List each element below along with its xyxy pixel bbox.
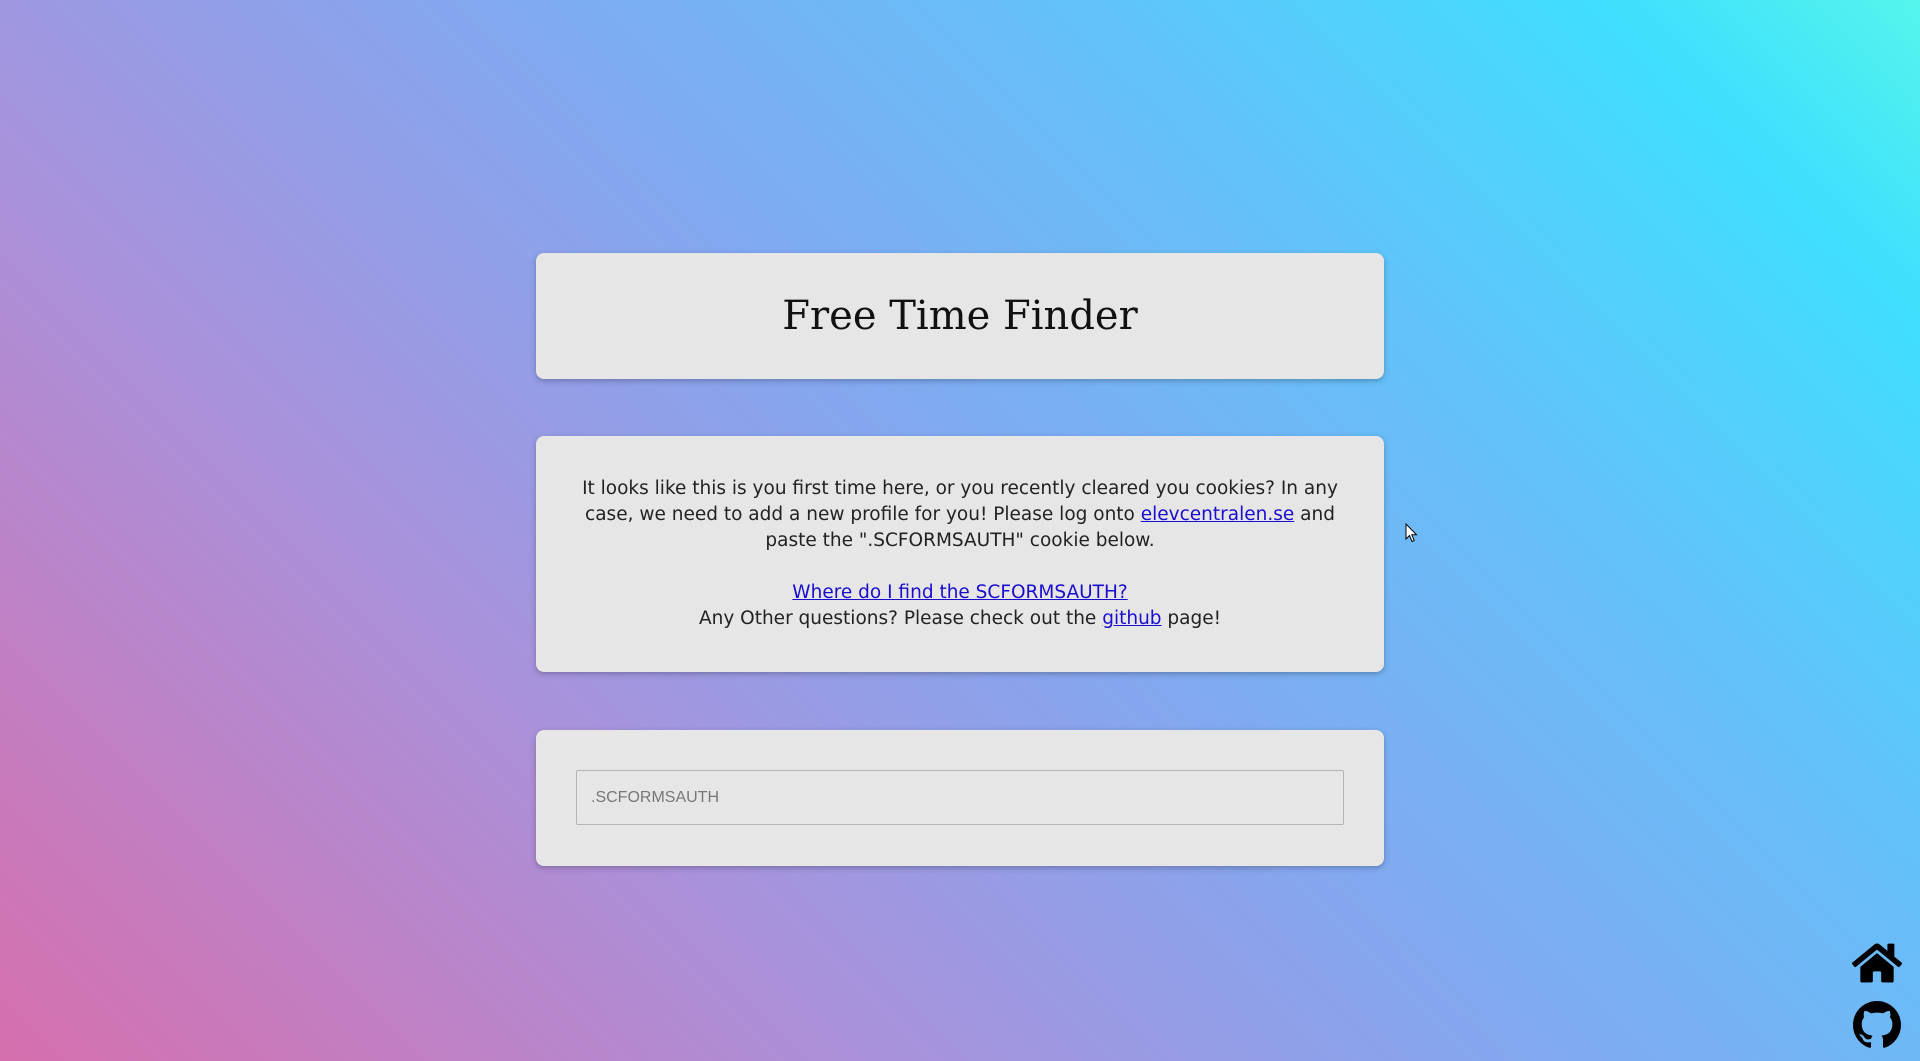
input-card <box>536 730 1384 866</box>
mouse-cursor <box>1405 523 1418 543</box>
intro-paragraph: It looks like this is you first time her… <box>580 476 1340 554</box>
page-title: Free Time Finder <box>782 293 1138 339</box>
questions-text: Any Other questions? Please check out th… <box>698 608 1103 629</box>
scformsauth-help-link[interactable]: Where do I find the SCFORMSAUTH? <box>792 582 1127 603</box>
questions-paragraph: Any Other questions? Please check out th… <box>580 606 1340 632</box>
github-link[interactable]: github <box>1102 608 1161 629</box>
scformsauth-input[interactable] <box>576 770 1344 825</box>
home-icon[interactable] <box>1852 940 1902 986</box>
title-card: Free Time Finder <box>536 253 1384 379</box>
elevcentralen-link[interactable]: elevcentralen.se <box>1141 504 1294 525</box>
questions-text-end: page! <box>1161 608 1222 629</box>
github-icon[interactable] <box>1853 1001 1901 1049</box>
info-card: It looks like this is you first time her… <box>536 436 1384 672</box>
help-paragraph: Where do I find the SCFORMSAUTH? <box>580 580 1340 606</box>
